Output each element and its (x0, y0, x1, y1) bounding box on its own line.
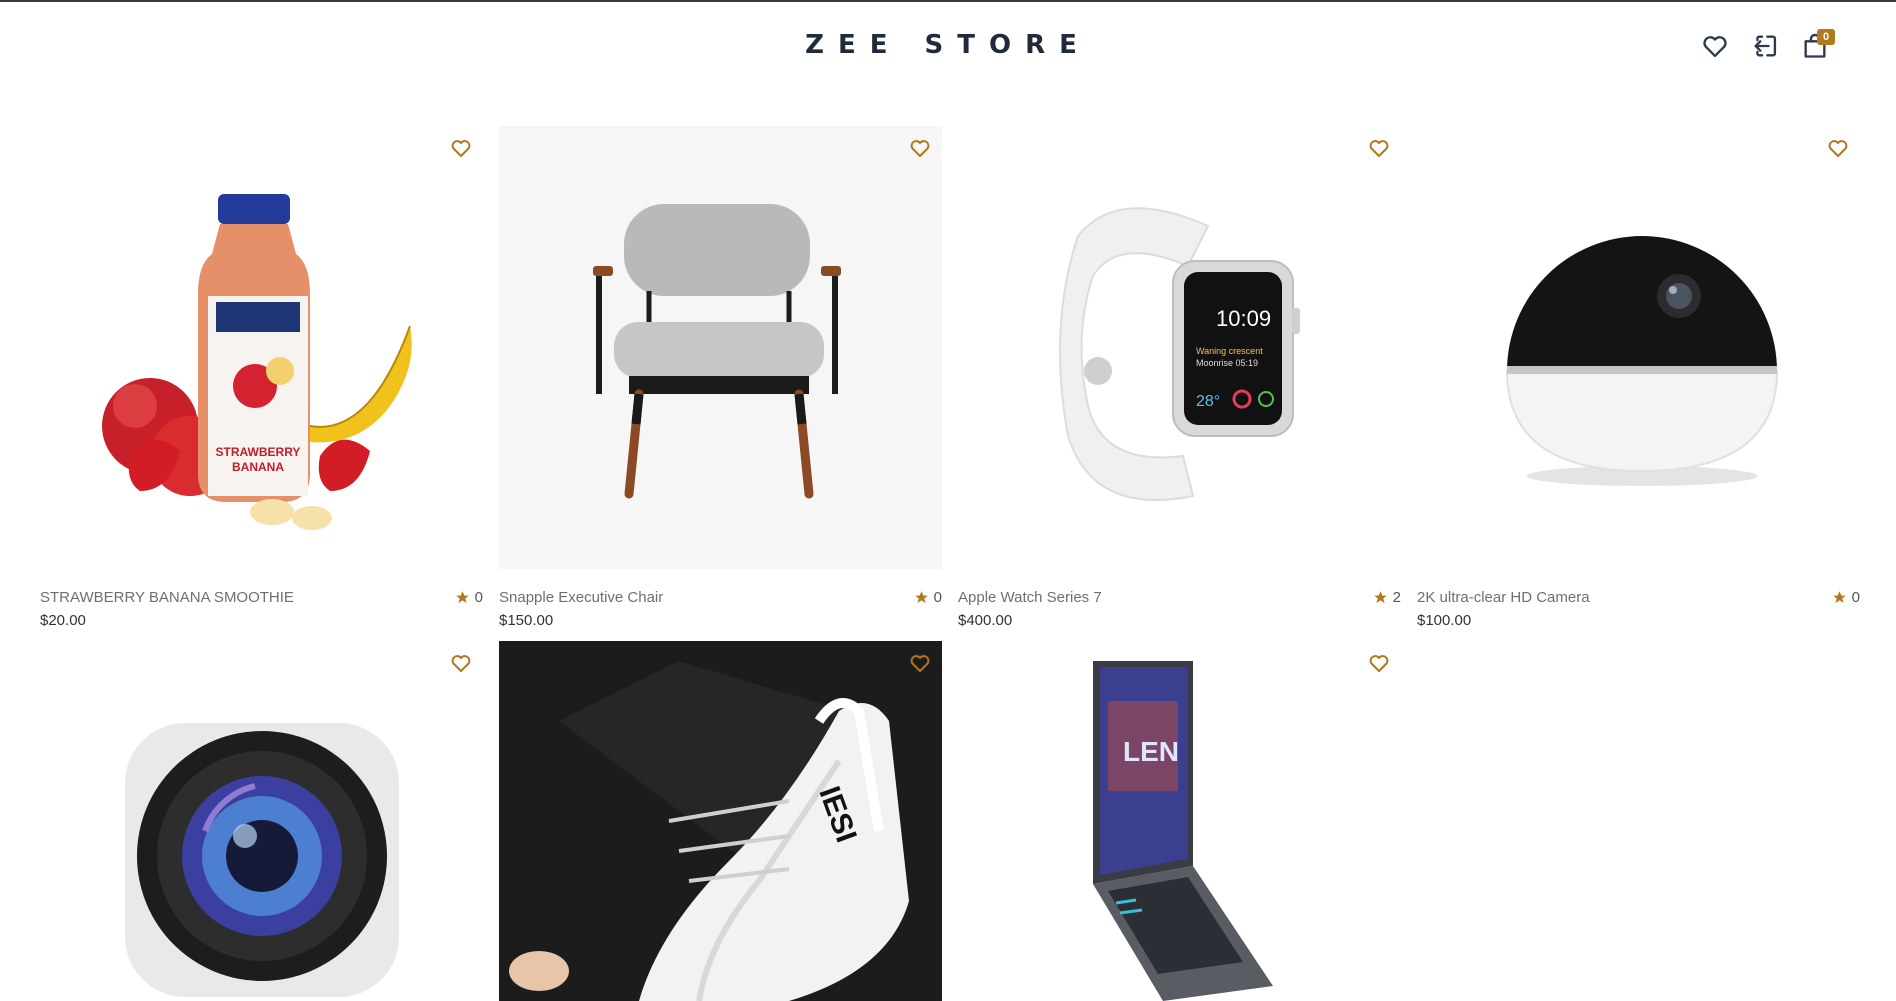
product-price: $100.00 (1417, 612, 1472, 629)
rating-count: 0 (1851, 589, 1860, 606)
product-rating: 0 (914, 589, 942, 606)
svg-text:Waning crescent: Waning crescent (1196, 346, 1263, 356)
product-image[interactable] (40, 641, 483, 1001)
heart-icon[interactable] (1367, 136, 1391, 160)
product-card[interactable]: IESI (499, 641, 942, 1001)
watch-image: 10:09 Waning crescent Moonrise 05:19 28° (1059, 207, 1300, 501)
rating-count: 0 (933, 589, 942, 606)
product-image[interactable]: LEN (958, 641, 1401, 1001)
heart-icon[interactable] (908, 136, 932, 160)
cart-count-badge: 0 (1817, 29, 1835, 45)
heart-icon (1703, 36, 1727, 58)
product-image[interactable]: IESI (499, 641, 942, 1001)
smoothie-image: STRAWBERRY BANANA (102, 194, 412, 530)
camera-lens-image (125, 723, 399, 997)
product-image[interactable] (1417, 126, 1860, 569)
product-price: $400.00 (958, 612, 1013, 629)
product-name[interactable]: Apple Watch Series 7 (958, 589, 1102, 606)
heart-icon[interactable] (1367, 651, 1391, 675)
login-icon (1754, 35, 1777, 57)
rating-count: 0 (474, 589, 483, 606)
wishlist-button[interactable] (1701, 32, 1729, 62)
product-card[interactable]: 2K ultra-clear HD Camera 0 $100.00 (1417, 126, 1860, 629)
star-icon (914, 591, 928, 603)
heart-icon[interactable] (449, 136, 473, 160)
product-card[interactable]: STRAWBERRY BANANA STRAWBERRY BANANA SMOO… (40, 126, 483, 629)
product-image[interactable]: 10:09 Waning crescent Moonrise 05:19 28° (958, 126, 1401, 569)
heart-icon[interactable] (449, 651, 473, 675)
product-price: $150.00 (499, 612, 554, 629)
top-border (0, 0, 1896, 2)
star-icon (455, 591, 469, 603)
product-name[interactable]: Snapple Executive Chair (499, 589, 663, 606)
product-price: $20.00 (40, 612, 86, 629)
product-image[interactable]: STRAWBERRY BANANA (40, 126, 483, 569)
store-logo[interactable]: ZEE STORE (0, 30, 1896, 60)
header-actions: 0 (1701, 29, 1835, 62)
svg-text:LEN: LEN (1123, 736, 1179, 767)
login-button[interactable] (1751, 32, 1779, 62)
product-rating: 0 (1832, 589, 1860, 606)
star-icon (1832, 591, 1846, 603)
heart-icon[interactable] (1826, 136, 1850, 160)
svg-text:28°: 28° (1196, 393, 1220, 410)
cart-button[interactable]: 0 (1801, 29, 1835, 62)
product-card[interactable]: Snapple Executive Chair 0 $150.00 (499, 126, 942, 629)
sneaker-image: IESI (509, 661, 909, 1001)
product-card[interactable]: LEN (958, 641, 1401, 1001)
product-name[interactable]: STRAWBERRY BANANA SMOOTHIE (40, 589, 294, 606)
heart-icon[interactable] (908, 651, 932, 675)
svg-text:STRAWBERRY: STRAWBERRY (216, 445, 301, 459)
product-rating: 0 (455, 589, 483, 606)
chair-image (593, 204, 841, 499)
product-card[interactable]: 10:09 Waning crescent Moonrise 05:19 28°… (958, 126, 1401, 629)
product-card[interactable] (40, 641, 483, 1001)
product-rating: 2 (1373, 589, 1401, 606)
product-name[interactable]: 2K ultra-clear HD Camera (1417, 589, 1590, 606)
svg-text:10:09: 10:09 (1216, 306, 1271, 331)
product-grid: STRAWBERRY BANANA STRAWBERRY BANANA SMOO… (40, 126, 1860, 1001)
svg-text:Moonrise 05:19: Moonrise 05:19 (1196, 358, 1258, 368)
star-icon (1373, 591, 1387, 603)
rating-count: 2 (1392, 589, 1401, 606)
laptop-image: LEN (1093, 661, 1273, 1001)
camera-image (1505, 236, 1779, 486)
product-image[interactable] (499, 126, 942, 569)
svg-text:BANANA: BANANA (232, 460, 284, 474)
